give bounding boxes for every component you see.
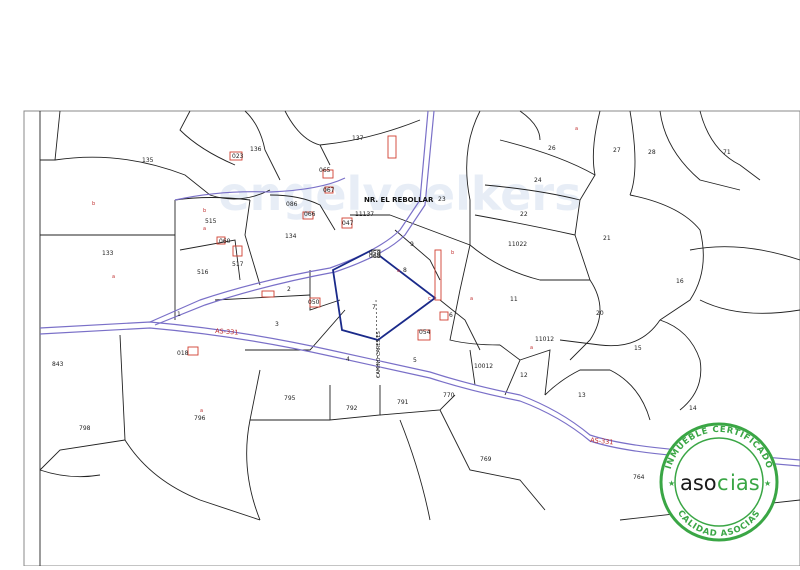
parcel-label: 054 xyxy=(419,329,431,336)
parcel-label: 067 xyxy=(323,187,335,194)
certification-seal: INMUEBLE CERTIFICADO CALIDAD ASOCIAS aso… xyxy=(659,422,779,542)
parcel-label: 10012 xyxy=(474,363,493,370)
svg-text:b: b xyxy=(203,208,206,214)
seal-brand-left: aso xyxy=(680,471,717,495)
parcel-label: 12 xyxy=(520,372,528,379)
parcel-label: 14 xyxy=(689,405,697,412)
parcel-label: 21 xyxy=(603,235,611,242)
parcel-label: 135 xyxy=(142,157,154,164)
svg-text:a: a xyxy=(112,274,115,280)
seal-brand-right: ias xyxy=(730,471,760,495)
svg-text:a: a xyxy=(470,296,473,302)
parcel-label: 71 xyxy=(723,149,731,156)
parcel-label: 843 xyxy=(52,361,64,368)
parcel-label: 1 xyxy=(177,311,181,318)
parcel-label: 11022 xyxy=(508,241,527,248)
place-label: NR. EL REBOLLAR xyxy=(364,196,434,204)
parcel-label: 27 xyxy=(613,147,621,154)
parcel-label: 792 xyxy=(346,405,358,412)
parcel-label: 136 xyxy=(250,146,262,153)
svg-text:c: c xyxy=(428,296,431,302)
parcel-label: 24 xyxy=(534,177,542,184)
parcel-label: 11012 xyxy=(535,336,554,343)
parcel-label: 047 xyxy=(342,220,354,227)
parcel-label: 066 xyxy=(304,211,316,218)
parcel-label: 018 xyxy=(177,350,189,357)
parcel-label: 764 xyxy=(633,474,645,481)
parcel-label: 5 xyxy=(413,357,417,364)
star-icon: ★ xyxy=(764,479,771,488)
parcel-label: 791 xyxy=(397,399,409,406)
road-label: AS-331 xyxy=(215,327,239,337)
parcel-label: 28 xyxy=(648,149,656,156)
parcel-label: 6 xyxy=(449,312,453,319)
parcel-label: 065 xyxy=(319,167,331,174)
parcel-label: 133 xyxy=(102,250,114,257)
parcel-label: 137 xyxy=(352,135,364,142)
parcel-label: 023 xyxy=(232,153,244,160)
svg-text:b: b xyxy=(451,250,454,256)
parcel-label: 050 xyxy=(308,299,320,306)
parcel-label: 11 xyxy=(510,296,518,303)
parcel-label: 26 xyxy=(548,145,556,152)
parcel-label: 058 xyxy=(369,250,381,257)
parcel-label: 7 xyxy=(372,304,376,311)
parcel-label: 086 xyxy=(286,201,298,208)
star-icon: ★ xyxy=(668,479,675,488)
svg-text:a: a xyxy=(200,408,203,414)
parcel-label: 2 xyxy=(287,286,291,293)
parcel-label: 796 xyxy=(194,415,206,422)
svg-text:a: a xyxy=(397,268,400,274)
svg-text:a: a xyxy=(575,126,578,132)
parcel-label: 770 xyxy=(443,392,455,399)
parcel-label: 134 xyxy=(285,233,297,240)
parcel-label: 15 xyxy=(634,345,642,352)
parcel-label: 8 xyxy=(403,267,407,274)
parcel-label: 16 xyxy=(676,278,684,285)
parcel-label: 23 xyxy=(438,196,446,203)
parcel-label: 060 xyxy=(219,238,231,245)
parcel-label: 795 xyxy=(284,395,296,402)
svg-text:b: b xyxy=(92,201,95,207)
parcel-label: 516 xyxy=(197,269,209,276)
parcel-label: 11137 xyxy=(355,211,374,218)
parcel-label: 4 xyxy=(346,356,350,363)
parcel-label: 9 xyxy=(410,241,414,248)
parcel-label: 517 xyxy=(232,261,244,268)
parcel-label: 22 xyxy=(520,211,528,218)
parcel-label: 20 xyxy=(596,310,604,317)
parcel-label: 798 xyxy=(79,425,91,432)
map-svg: engelvoelkers 137 136 135 023 065 067 11… xyxy=(23,110,800,567)
cadastral-map: engelvoelkers 137 136 135 023 065 067 11… xyxy=(0,0,800,567)
parcel-label: 769 xyxy=(480,456,492,463)
parcel-label: 515 xyxy=(205,218,217,225)
svg-text:a: a xyxy=(203,226,206,232)
seal-brand-mid: c xyxy=(717,471,729,495)
parcel-label: 3 xyxy=(275,321,279,328)
parcel-label: 13 xyxy=(578,392,586,399)
path-label: CAMINO CARES-ES xyxy=(376,331,382,378)
svg-text:a: a xyxy=(530,345,533,351)
